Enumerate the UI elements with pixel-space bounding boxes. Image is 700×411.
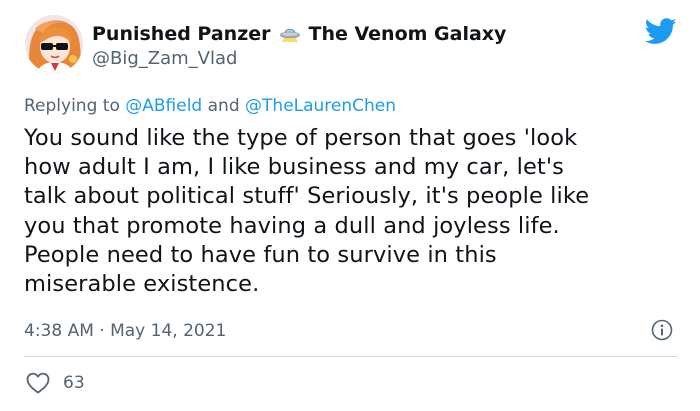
author-display-name-suffix[interactable]: The Venom Galaxy <box>309 22 507 46</box>
like-count: 63 <box>63 373 85 393</box>
author-handle[interactable]: @Big_Zam_Vlad <box>92 47 506 71</box>
tweet-timestamp[interactable]: 4:38 AM · May 14, 2021 <box>24 320 226 342</box>
reply-joiner: and <box>207 96 240 116</box>
tweet-card: Punished Panzer The Venom Galaxy @Big_Za… <box>0 0 700 411</box>
tweet-text: You sound like the type of person that g… <box>24 125 590 298</box>
divider <box>24 356 677 357</box>
reply-context: Replying to @ABfield and @TheLaurenChen <box>24 95 396 117</box>
info-icon[interactable] <box>651 319 673 341</box>
ufo-icon <box>279 25 301 43</box>
avatar-illustration <box>25 15 83 73</box>
like-button[interactable]: 63 <box>26 372 85 394</box>
twitter-bird-icon[interactable] <box>644 18 677 45</box>
mention-link[interactable]: @TheLaurenChen <box>245 96 396 116</box>
avatar[interactable] <box>25 15 83 73</box>
heart-icon[interactable] <box>26 372 50 394</box>
author-display-name-row[interactable]: Punished Panzer The Venom Galaxy <box>92 22 506 46</box>
reply-prefix: Replying to <box>24 96 120 116</box>
author-display-name[interactable]: Punished Panzer <box>92 22 271 46</box>
mention-link[interactable]: @ABfield <box>125 96 202 116</box>
author-block[interactable]: Punished Panzer The Venom Galaxy @Big_Za… <box>92 22 506 71</box>
